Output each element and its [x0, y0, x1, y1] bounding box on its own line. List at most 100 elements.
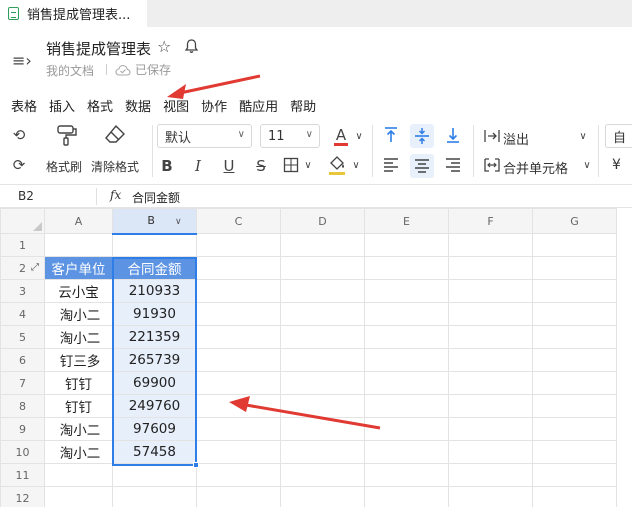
fill-handle[interactable] — [193, 462, 199, 468]
cell[interactable] — [280, 348, 365, 372]
merge-cells-label[interactable]: 合并单元格 — [503, 158, 568, 177]
align-bottom-icon[interactable] — [444, 126, 462, 144]
cell[interactable] — [364, 394, 449, 418]
cell[interactable] — [44, 463, 113, 487]
cell-b[interactable]: 210933 — [112, 279, 197, 303]
cell[interactable] — [532, 486, 617, 507]
cell[interactable] — [112, 463, 197, 487]
cell-a[interactable]: 钉钉 — [44, 394, 113, 418]
cell-a[interactable]: 钉钉 — [44, 371, 113, 395]
cell-a[interactable]: 淘小二 — [44, 302, 113, 326]
cell[interactable] — [448, 440, 533, 464]
cell[interactable] — [196, 463, 281, 487]
cell[interactable] — [280, 256, 365, 280]
merge-cells-icon[interactable] — [483, 157, 501, 173]
chevron-down-icon[interactable]: ∨ — [302, 157, 314, 173]
format-painter-icon[interactable] — [55, 124, 79, 146]
cell[interactable] — [364, 256, 449, 280]
align-middle-button[interactable] — [410, 124, 434, 148]
cell[interactable] — [532, 279, 617, 303]
column-header-c[interactable]: C — [196, 208, 281, 234]
underline-button[interactable]: U — [220, 155, 238, 177]
cell[interactable] — [448, 348, 533, 372]
row-header[interactable]: 9 — [0, 417, 45, 441]
bell-icon[interactable] — [184, 38, 199, 54]
chevron-down-icon[interactable]: ∨ — [581, 157, 593, 173]
cell-b2[interactable]: 合同金额 — [112, 256, 197, 280]
cell[interactable] — [280, 417, 365, 441]
cell-reference[interactable]: B2 — [18, 189, 34, 203]
star-icon[interactable]: ☆ — [157, 37, 171, 56]
cell[interactable] — [364, 279, 449, 303]
format-painter-label[interactable]: 格式刷 — [46, 158, 82, 175]
cell[interactable] — [112, 233, 197, 257]
menu-help[interactable]: 帮助 — [290, 97, 316, 119]
document-title[interactable]: 销售提成管理表 — [46, 38, 151, 59]
row-header[interactable]: 12 — [0, 486, 45, 507]
cell[interactable] — [364, 233, 449, 257]
cell[interactable] — [196, 417, 281, 441]
cell[interactable] — [448, 233, 533, 257]
cell[interactable] — [280, 325, 365, 349]
align-right-icon[interactable] — [444, 157, 462, 173]
cell[interactable] — [280, 486, 365, 507]
chevron-down-icon[interactable]: ∨ — [175, 217, 182, 227]
cell[interactable] — [532, 325, 617, 349]
cell[interactable] — [448, 394, 533, 418]
cell-a[interactable]: 云小宝 — [44, 279, 113, 303]
cell[interactable] — [532, 302, 617, 326]
redo-icon[interactable]: ⟳ — [9, 154, 29, 176]
cell[interactable] — [280, 302, 365, 326]
menu-collaborate[interactable]: 协作 — [201, 97, 227, 119]
cell[interactable] — [196, 371, 281, 395]
cell[interactable] — [532, 394, 617, 418]
font-color-button[interactable]: A — [330, 124, 352, 148]
cell-a[interactable]: 淘小二 — [44, 440, 113, 464]
cell[interactable] — [196, 486, 281, 507]
number-format-select[interactable]: 自 — [605, 124, 632, 148]
cell-b[interactable]: 69900 — [112, 371, 197, 395]
cell[interactable] — [364, 371, 449, 395]
column-header-f[interactable]: F — [448, 208, 533, 234]
cell[interactable] — [532, 371, 617, 395]
cell[interactable] — [448, 463, 533, 487]
cell[interactable] — [280, 279, 365, 303]
cell-b[interactable]: 97609 — [112, 417, 197, 441]
cell-b[interactable]: 221359 — [112, 325, 197, 349]
cell[interactable] — [112, 486, 197, 507]
text-overflow-icon[interactable] — [483, 128, 501, 144]
cell-a[interactable]: 淘小二 — [44, 325, 113, 349]
cell[interactable] — [532, 440, 617, 464]
fill-color-icon[interactable] — [326, 154, 348, 176]
cell[interactable] — [280, 440, 365, 464]
cell[interactable] — [280, 463, 365, 487]
column-header-b[interactable]: B ∨ — [112, 208, 197, 235]
cell[interactable] — [196, 279, 281, 303]
cell-a[interactable]: 钉三多 — [44, 348, 113, 372]
cell[interactable] — [532, 256, 617, 280]
align-left-icon[interactable] — [382, 157, 400, 173]
border-icon[interactable] — [283, 157, 299, 173]
overflow-label[interactable]: 溢出 — [503, 129, 529, 148]
select-all-corner[interactable] — [0, 208, 45, 234]
cell[interactable] — [448, 325, 533, 349]
cell[interactable] — [532, 463, 617, 487]
cell[interactable] — [532, 417, 617, 441]
cell[interactable] — [364, 302, 449, 326]
cell-b[interactable]: 265739 — [112, 348, 197, 372]
menu-view[interactable]: 视图 — [163, 97, 189, 119]
column-header-e[interactable]: E — [364, 208, 449, 234]
cell[interactable] — [196, 233, 281, 257]
document-tab[interactable]: 销售提成管理表... — [0, 0, 147, 27]
font-family-select[interactable]: 默认 ∨ — [157, 124, 252, 148]
cell-b[interactable]: 91930 — [112, 302, 197, 326]
formula-input[interactable]: 合同金额 — [132, 189, 180, 206]
chevron-down-icon[interactable]: ∨ — [350, 157, 362, 173]
cell-a[interactable]: 淘小二 — [44, 417, 113, 441]
currency-icon[interactable]: ¥ — [612, 157, 621, 173]
column-header-a[interactable]: A — [44, 208, 113, 234]
cell[interactable] — [364, 325, 449, 349]
cell-b[interactable]: 249760 — [112, 394, 197, 418]
cell[interactable] — [44, 486, 113, 507]
cell-b[interactable]: 57458 — [112, 440, 197, 464]
